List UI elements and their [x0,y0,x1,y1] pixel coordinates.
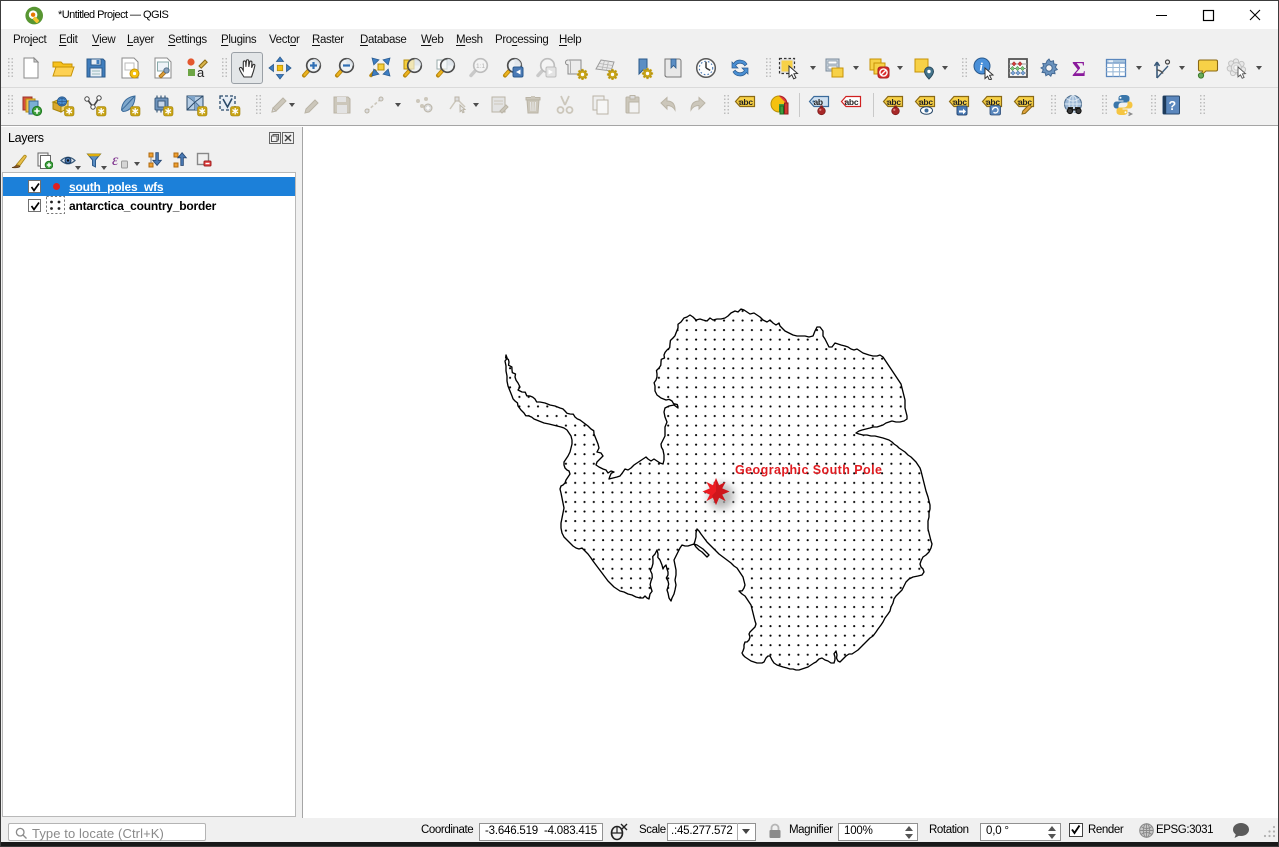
svg-text:abc: abc [887,97,901,107]
svg-text:abc: abc [739,97,753,107]
svg-text:abc: abc [919,97,933,107]
svg-text:ε: ε [112,152,119,169]
svg-text:Σ: Σ [1072,57,1086,80]
svg-text:abc: abc [845,97,859,107]
svg-text:1:1: 1:1 [476,63,485,70]
svg-text:Geographic South Pole: Geographic South Pole [735,463,882,477]
svg-text:?: ? [1169,99,1177,113]
